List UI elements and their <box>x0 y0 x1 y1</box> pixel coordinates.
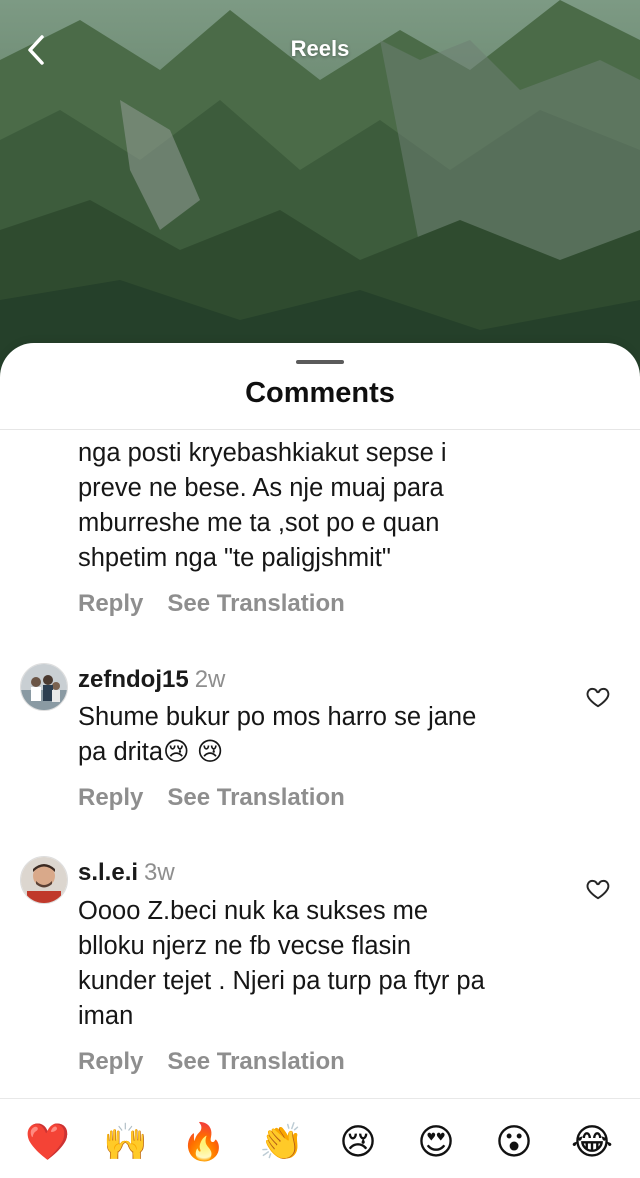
comment-line: Oooo Z.beci nuk ka sukses me <box>78 897 429 925</box>
comment-line: preve ne bese. As nje muaj para <box>78 474 444 502</box>
tears-of-joy-emoji-icon[interactable]: 😂 <box>571 1121 613 1163</box>
comment-actions: Reply See Translation <box>78 784 345 812</box>
comment-line: nga posti kryebashkiakut sepse i <box>78 439 447 467</box>
avatar[interactable] <box>20 856 68 904</box>
comment-line: mburreshe me ta ,sot po e quan <box>78 509 440 537</box>
comment-time: 3w <box>144 859 175 886</box>
comment-text: Oooo Z.beci nuk ka sukses me blloku njer… <box>78 894 578 1034</box>
see-translation-button[interactable]: See Translation <box>167 784 344 811</box>
username[interactable]: zefndoj15 <box>78 666 189 693</box>
fire-emoji-icon[interactable]: 🔥 <box>181 1121 226 1163</box>
clipped-comment-line <box>78 429 538 435</box>
reels-header: Reels <box>0 0 640 100</box>
comment-line: shpetim nga "te paligjshmit" <box>78 544 391 572</box>
page-title: Reels <box>290 36 350 61</box>
comment-line: Shume bukur po mos harro se jane <box>78 703 477 731</box>
comment-meta: s.l.e.i 3w <box>78 859 175 887</box>
comment-line: pa drita😢 😢 <box>78 738 224 766</box>
username[interactable]: s.l.e.i <box>78 859 138 886</box>
like-button[interactable] <box>585 684 611 710</box>
heart-eyes-emoji-icon[interactable]: 😍 <box>415 1121 457 1163</box>
heart-outline-icon <box>586 687 610 708</box>
like-button[interactable] <box>585 876 611 902</box>
avatar[interactable] <box>20 663 68 711</box>
comment-meta: zefndoj15 2w <box>78 666 225 694</box>
comment-actions: Reply See Translation <box>78 1048 345 1076</box>
reply-button[interactable]: Reply <box>78 1048 143 1075</box>
comment-time: 2w <box>194 666 226 693</box>
see-translation-button[interactable]: See Translation <box>167 590 344 617</box>
crying-face-emoji-icon[interactable]: 😢 <box>337 1121 379 1163</box>
comment-actions: Reply See Translation <box>78 590 345 618</box>
avatar-image <box>21 664 67 710</box>
surprised-face-emoji-icon[interactable]: 😮 <box>493 1121 535 1163</box>
emoji-reaction-bar: ❤️ 🙌 🔥 👏 😢 😍 😮 😂 <box>0 1098 640 1178</box>
see-translation-button[interactable]: See Translation <box>167 1048 344 1075</box>
reply-button[interactable]: Reply <box>78 590 143 617</box>
raising-hands-emoji-icon[interactable]: 🙌 <box>103 1121 148 1163</box>
red-heart-emoji-icon[interactable]: ❤️ <box>25 1121 70 1163</box>
avatar-image <box>21 857 67 903</box>
sheet-title: Comments <box>245 377 395 409</box>
comment-text: Shume bukur po mos harro se jane pa drit… <box>78 700 578 770</box>
comment-line: blloku njerz ne fb vecse flasin <box>78 932 412 960</box>
sheet-grabber[interactable] <box>296 360 344 364</box>
reply-button[interactable]: Reply <box>78 784 143 811</box>
comment-line: iman <box>78 1002 134 1030</box>
comment-line: kunder tejet . Njeri pa turp pa ftyr pa <box>78 967 485 995</box>
heart-outline-icon <box>586 879 610 900</box>
clapping-hands-emoji-icon[interactable]: 👏 <box>259 1121 304 1163</box>
comment-text: nga posti kryebashkiakut sepse i preve n… <box>78 436 578 576</box>
